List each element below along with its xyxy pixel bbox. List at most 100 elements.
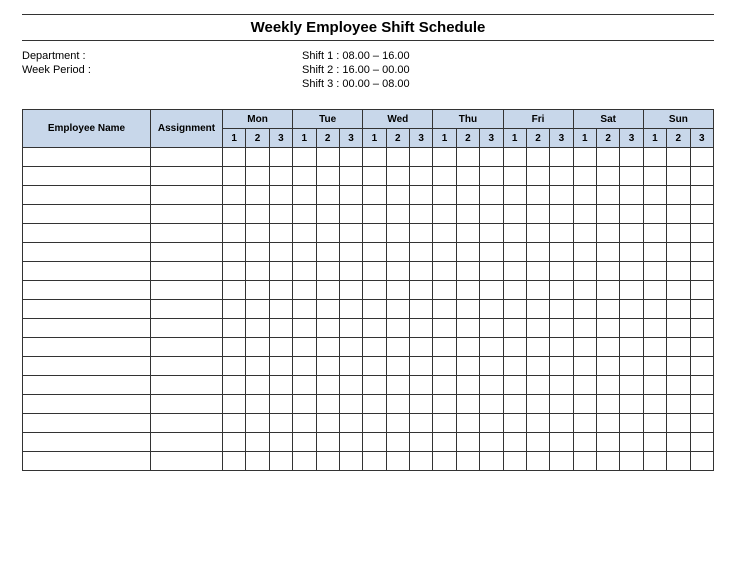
shift-cell[interactable] [550, 224, 573, 243]
shift-cell[interactable] [223, 186, 246, 205]
shift-cell[interactable] [550, 376, 573, 395]
shift-cell[interactable] [316, 243, 339, 262]
shift-cell[interactable] [223, 300, 246, 319]
assignment-cell[interactable] [151, 243, 223, 262]
assignment-cell[interactable] [151, 224, 223, 243]
shift-cell[interactable] [363, 414, 386, 433]
employee-cell[interactable] [23, 243, 151, 262]
shift-cell[interactable] [573, 167, 596, 186]
shift-cell[interactable] [339, 205, 362, 224]
shift-cell[interactable] [316, 205, 339, 224]
shift-cell[interactable] [410, 262, 433, 281]
shift-cell[interactable] [550, 338, 573, 357]
shift-cell[interactable] [690, 224, 714, 243]
shift-cell[interactable] [363, 452, 386, 471]
shift-cell[interactable] [339, 319, 362, 338]
shift-cell[interactable] [293, 281, 316, 300]
shift-cell[interactable] [386, 300, 409, 319]
employee-cell[interactable] [23, 205, 151, 224]
shift-cell[interactable] [339, 376, 362, 395]
shift-cell[interactable] [597, 300, 620, 319]
shift-cell[interactable] [293, 243, 316, 262]
shift-cell[interactable] [456, 452, 479, 471]
shift-cell[interactable] [456, 262, 479, 281]
shift-cell[interactable] [550, 186, 573, 205]
shift-cell[interactable] [363, 376, 386, 395]
shift-cell[interactable] [573, 376, 596, 395]
shift-cell[interactable] [386, 395, 409, 414]
shift-cell[interactable] [667, 376, 690, 395]
shift-cell[interactable] [550, 281, 573, 300]
shift-cell[interactable] [293, 395, 316, 414]
shift-cell[interactable] [339, 167, 362, 186]
shift-cell[interactable] [480, 224, 503, 243]
shift-cell[interactable] [503, 205, 526, 224]
shift-cell[interactable] [386, 186, 409, 205]
shift-cell[interactable] [597, 376, 620, 395]
shift-cell[interactable] [550, 205, 573, 224]
shift-cell[interactable] [269, 262, 292, 281]
shift-cell[interactable] [223, 205, 246, 224]
employee-cell[interactable] [23, 452, 151, 471]
shift-cell[interactable] [667, 262, 690, 281]
shift-cell[interactable] [550, 300, 573, 319]
employee-cell[interactable] [23, 281, 151, 300]
shift-cell[interactable] [246, 395, 269, 414]
shift-cell[interactable] [526, 414, 549, 433]
shift-cell[interactable] [339, 414, 362, 433]
shift-cell[interactable] [410, 433, 433, 452]
assignment-cell[interactable] [151, 148, 223, 167]
shift-cell[interactable] [456, 357, 479, 376]
shift-cell[interactable] [690, 167, 714, 186]
employee-cell[interactable] [23, 148, 151, 167]
shift-cell[interactable] [503, 281, 526, 300]
shift-cell[interactable] [643, 395, 666, 414]
shift-cell[interactable] [643, 300, 666, 319]
shift-cell[interactable] [269, 167, 292, 186]
shift-cell[interactable] [597, 167, 620, 186]
shift-cell[interactable] [480, 262, 503, 281]
shift-cell[interactable] [597, 262, 620, 281]
shift-cell[interactable] [620, 281, 643, 300]
shift-cell[interactable] [526, 262, 549, 281]
shift-cell[interactable] [386, 262, 409, 281]
shift-cell[interactable] [480, 414, 503, 433]
shift-cell[interactable] [223, 376, 246, 395]
shift-cell[interactable] [667, 319, 690, 338]
shift-cell[interactable] [316, 376, 339, 395]
shift-cell[interactable] [410, 205, 433, 224]
shift-cell[interactable] [223, 243, 246, 262]
shift-cell[interactable] [667, 357, 690, 376]
shift-cell[interactable] [690, 376, 714, 395]
shift-cell[interactable] [246, 319, 269, 338]
assignment-cell[interactable] [151, 452, 223, 471]
shift-cell[interactable] [293, 338, 316, 357]
shift-cell[interactable] [573, 357, 596, 376]
shift-cell[interactable] [573, 186, 596, 205]
shift-cell[interactable] [433, 452, 456, 471]
shift-cell[interactable] [433, 357, 456, 376]
shift-cell[interactable] [643, 224, 666, 243]
shift-cell[interactable] [573, 319, 596, 338]
assignment-cell[interactable] [151, 395, 223, 414]
shift-cell[interactable] [620, 395, 643, 414]
shift-cell[interactable] [386, 224, 409, 243]
shift-cell[interactable] [690, 319, 714, 338]
shift-cell[interactable] [246, 300, 269, 319]
shift-cell[interactable] [410, 452, 433, 471]
shift-cell[interactable] [363, 167, 386, 186]
assignment-cell[interactable] [151, 262, 223, 281]
shift-cell[interactable] [620, 148, 643, 167]
shift-cell[interactable] [550, 357, 573, 376]
employee-cell[interactable] [23, 338, 151, 357]
shift-cell[interactable] [363, 357, 386, 376]
shift-cell[interactable] [363, 186, 386, 205]
shift-cell[interactable] [316, 414, 339, 433]
shift-cell[interactable] [339, 300, 362, 319]
shift-cell[interactable] [433, 205, 456, 224]
shift-cell[interactable] [620, 224, 643, 243]
shift-cell[interactable] [269, 452, 292, 471]
shift-cell[interactable] [433, 148, 456, 167]
shift-cell[interactable] [293, 224, 316, 243]
shift-cell[interactable] [339, 357, 362, 376]
